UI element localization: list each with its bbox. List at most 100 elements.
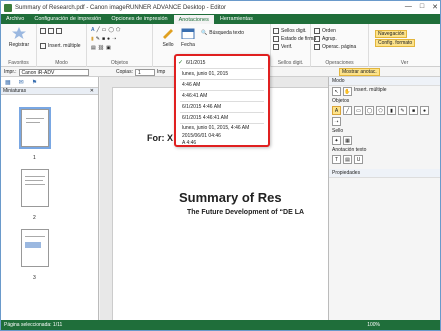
arrow-tool-icon[interactable]: ➝ [112,36,116,42]
close-pane-icon[interactable]: ✕ [90,88,94,95]
thumb-text-line [25,180,43,181]
rp-rect-icon[interactable]: ▭ [354,106,363,115]
mostrar-anotac-toggle[interactable]: Mostrar anotac. [339,68,380,76]
maximize-button[interactable]: □ [420,3,424,11]
date-option-2[interactable]: lunes, junio 01, 2015 [182,71,228,77]
sellos-digit-label: Sellos digit. [281,28,307,34]
ver-label: Ver [400,60,409,66]
date-option-4[interactable]: 4:46:41 AM [182,93,207,99]
highlight-tool-icon[interactable]: ▮ [91,36,94,42]
rp-arrow-icon[interactable]: ➝ [332,117,341,126]
grid-view-icon[interactable]: ▦ [5,79,11,86]
thumbnail-page-2[interactable] [21,169,49,207]
rp-select-icon[interactable]: ↖ [332,87,341,96]
rp-text-icon[interactable]: A [332,106,341,115]
filled-circle-icon[interactable]: ● [107,36,110,42]
tab-anotaciones[interactable]: Anotaciones [172,14,215,24]
insert-multiple-toggle[interactable]: Insert. múltiple [40,43,81,49]
pen-tool-icon[interactable]: ✎ [96,36,100,42]
date-option-6[interactable]: 6/1/2015 4:46:41 AM [182,115,228,121]
note-tool-icon[interactable]: ▤ [91,45,96,51]
rp-underline-icon[interactable]: U [354,155,363,164]
text-tool-icon[interactable]: A [91,27,95,33]
rp-textbox-icon[interactable]: T [332,155,341,164]
rp-line-icon[interactable]: ╱ [343,106,352,115]
date-option-9[interactable]: A 4:46 [182,140,196,146]
tab-archivo[interactable]: Archivo [1,14,29,24]
select-tool-icon[interactable] [40,28,46,34]
rp-insert-multiple[interactable]: Insert. múltiple [354,87,387,96]
link-tool-icon[interactable]: ⛓ [98,45,104,51]
signature-status-icon [273,36,279,42]
registrar-button[interactable]: Registrar [6,27,32,48]
rectangle-tool-icon[interactable]: ▭ [102,27,107,33]
objetos-label: Objetos [110,60,129,66]
thumbnail-page-1[interactable] [19,107,51,149]
operac-pagina-label: Operac. página [322,44,357,50]
orden-button[interactable]: Orden [314,28,336,34]
printer-combo[interactable]: Canon iR-ADV [18,68,89,76]
printer-selector: Impr.: Canon iR-ADV [4,68,89,76]
insert-multiple-icon [40,43,46,49]
fecha-button[interactable]: Fecha [177,27,199,48]
tab-configuracion-impresion[interactable]: Configuración de impresión [29,14,106,24]
rp-stamp-icon[interactable]: ✦ [332,136,341,145]
rp-date-stamp-icon[interactable]: ▦ [343,136,352,145]
rp-ellipse-icon[interactable]: ◯ [365,106,374,115]
dropdown-separator [180,101,264,102]
ellipse-tool-icon[interactable]: ◯ [108,27,114,33]
thumb-text-line [26,118,44,119]
verif-button[interactable]: Verif. [273,44,292,50]
comment-icon[interactable]: ✉ [19,79,24,86]
operac-pagina-button[interactable]: Operac. página [314,44,356,50]
thumbnail-page-3[interactable] [21,229,49,267]
minimize-button[interactable]: — [405,3,412,11]
sello-button[interactable]: Sello [157,27,179,48]
close-button[interactable]: ✕ [432,3,438,11]
line-tool-icon[interactable]: ╱ [97,27,100,33]
sellos-digit-button[interactable]: Sellos digit. [273,28,307,34]
status-pages: Página seleccionada: 1/11 [4,322,63,328]
rp-anotacion-tools: T ▤ U [329,154,440,165]
rp-propiedades-label: Propiedades [332,170,361,176]
date-option-7[interactable]: lunes, junio 01, 2015, 4:46 AM [182,125,249,131]
modo-tools [40,28,62,34]
rp-hand-icon[interactable]: ✋ [343,87,352,96]
date-option-8[interactable]: 2015/06/01 04:46 [182,133,221,139]
document-heading: Summary of Res [179,190,282,205]
copias-label: Copias: [116,69,133,75]
estado-firma-button[interactable]: Estado de firma [273,36,316,42]
favoritos-label: Favoritos [8,60,29,66]
date-option-3[interactable]: 4:46 AM [182,82,200,88]
rp-filled-rect-icon[interactable]: ■ [409,106,418,115]
status-bar: Página seleccionada: 1/11 100% [1,320,440,330]
tab-herramientas[interactable]: Herramientas [215,14,258,24]
rp-highlight-icon[interactable]: ▮ [387,106,396,115]
rp-polygon-icon[interactable]: ⬠ [376,106,385,115]
thumb-text-line [25,236,45,237]
navegacion-button[interactable]: Navegación [375,30,408,38]
agrup-button[interactable]: Agrup. [314,36,337,42]
zoom-tool-icon[interactable] [56,28,62,34]
imp-label: Imp [156,69,166,75]
app-icon [4,3,12,12]
zoom-level[interactable]: 100% [367,320,380,330]
date-option-5[interactable]: 6/1/2015 4:46 AM [182,104,221,110]
busqueda-texto-button[interactable]: 🔍 Búsqueda texto [201,30,244,36]
date-option-1[interactable]: ✓ 6/1/2015 [178,60,205,66]
bookmark-icon[interactable]: ⚑ [32,79,37,86]
thumb-text-line [25,176,45,177]
copias-input[interactable]: 1 [134,68,155,76]
polygon-tool-icon[interactable]: ⬠ [116,27,120,33]
rp-note-icon[interactable]: ▤ [343,155,352,164]
for-line: For: X [147,133,173,143]
rp-modo-label: Modo [332,78,345,84]
hand-tool-icon[interactable] [48,28,54,34]
image-tool-icon[interactable]: ▣ [106,45,111,51]
tab-opciones-impresion[interactable]: Opciones de impresión [106,14,172,24]
rp-filled-circle-icon[interactable]: ● [420,106,429,115]
filled-rect-icon[interactable]: ■ [102,36,105,42]
group-sellos-digit: Sellos digit. Estado de firma Verif. Sel… [271,24,316,67]
config-formato-button[interactable]: Config. formato [375,39,416,47]
rp-pen-icon[interactable]: ✎ [398,106,407,115]
